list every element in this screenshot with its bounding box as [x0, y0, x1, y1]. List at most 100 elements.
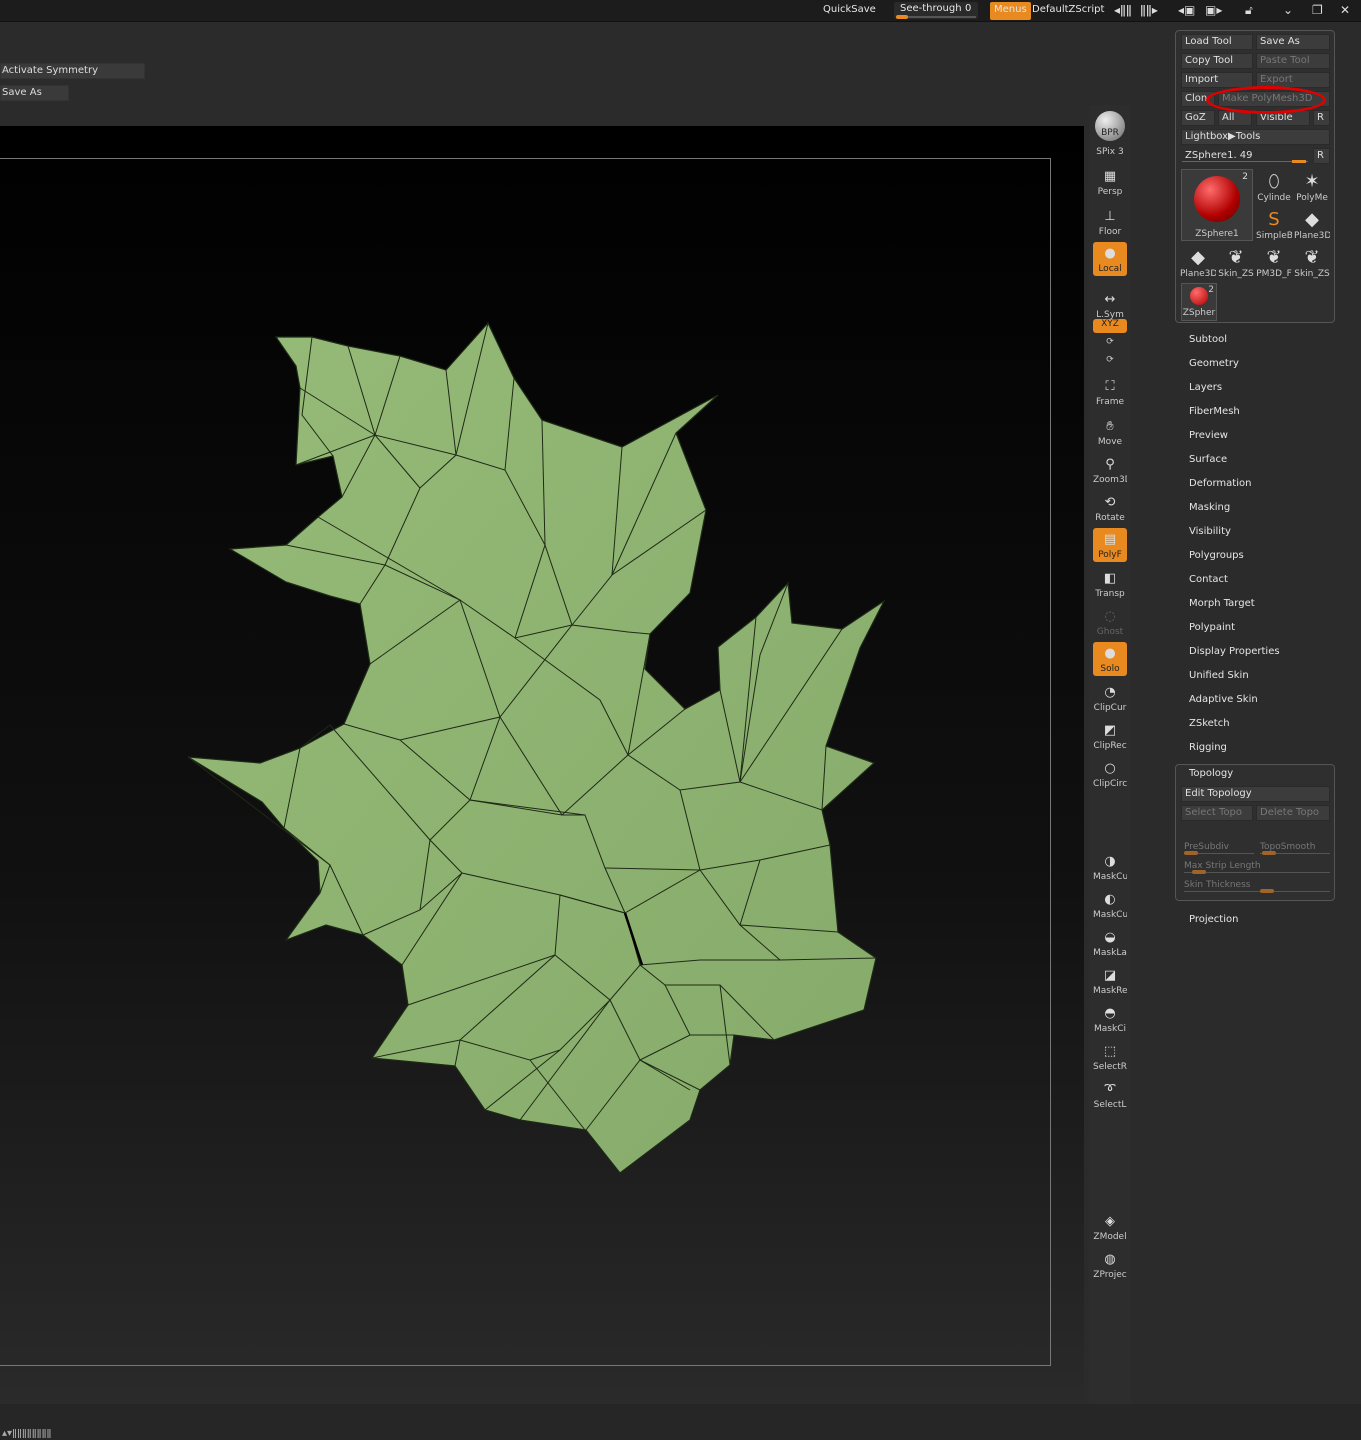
clipcircle-button[interactable]: ○ ClipCirc [1093, 757, 1127, 790]
simplebrush-thumb[interactable]: S SimpleB [1256, 207, 1292, 245]
polymesh-thumb-label: PolyMe [1296, 193, 1328, 203]
ghost-icon: ◌ [1104, 608, 1116, 624]
bpr-button[interactable]: BPR [1093, 111, 1127, 141]
menu-unified-skin[interactable]: Unified Skin [1189, 670, 1249, 681]
current-tool-slider[interactable]: ZSphere1. 49 [1181, 148, 1309, 164]
menu-deformation[interactable]: Deformation [1189, 478, 1251, 489]
menu-masking[interactable]: Masking [1189, 502, 1230, 513]
current-tool-r-button[interactable]: R [1313, 148, 1330, 164]
menu-morph-target[interactable]: Morph Target [1189, 598, 1255, 609]
copy-tool-button[interactable]: Copy Tool [1181, 53, 1253, 69]
move-button[interactable]: ✋︎ Move [1093, 415, 1127, 448]
rotate-button[interactable]: ⟲ Rotate [1093, 491, 1127, 524]
menu-fibermesh[interactable]: FiberMesh [1189, 406, 1240, 417]
cylinder-thumb[interactable]: ⬯ Cylinde [1256, 169, 1292, 207]
polyf-label: PolyF [1098, 550, 1122, 560]
zsphere-main-thumb[interactable]: 2 ZSphere1 [1181, 169, 1253, 241]
menu-subtool[interactable]: Subtool [1189, 334, 1227, 345]
lock-icon[interactable]: 🔓︎ [1245, 3, 1253, 18]
solo-button[interactable]: ● Solo [1093, 642, 1127, 676]
save-as-button[interactable]: Save As [0, 85, 69, 101]
zmodeler-button[interactable]: ◈ ZModel [1093, 1210, 1127, 1243]
lsym-button[interactable]: ↔ L.Sym [1093, 288, 1127, 321]
plane3d-2-thumb[interactable]: ◆ Plane3D [1180, 245, 1216, 283]
ghost-button[interactable]: ◌ Ghost [1093, 605, 1127, 638]
maskcurve-button[interactable]: ◑ MaskCu [1093, 850, 1127, 883]
select-topo-button[interactable]: Select Topo [1181, 805, 1253, 821]
menus-toggle-button[interactable]: Menus [990, 2, 1031, 20]
maskcircle-button[interactable]: ◓ MaskCi [1093, 1002, 1127, 1035]
skin-zs-2-thumb[interactable]: ❦ Skin_ZS [1294, 245, 1330, 283]
pm3d-thumb[interactable]: ❦ PM3D_F [1256, 245, 1292, 283]
transp-button[interactable]: ◧ Transp [1093, 567, 1127, 600]
selectrect-button[interactable]: ⬚ SelectR [1093, 1040, 1127, 1073]
rotate-z-icon[interactable]: ⟳ [1093, 355, 1127, 365]
menu-zsketch[interactable]: ZSketch [1189, 718, 1230, 729]
presubdiv-slider[interactable]: PreSubdiv [1184, 842, 1254, 855]
skin-thickness-slider[interactable]: Skin Thickness [1184, 880, 1330, 893]
quicksave-button[interactable]: QuickSave [823, 4, 876, 15]
floor-button[interactable]: ⊥ Floor [1093, 205, 1127, 238]
maskcurve2-label: MaskCu [1093, 910, 1127, 920]
zproject-button[interactable]: ◍ ZProjec [1093, 1248, 1127, 1281]
layout-right-icon[interactable]: ▣▸ [1205, 3, 1222, 17]
menu-layers[interactable]: Layers [1189, 382, 1222, 393]
frame-button[interactable]: ⛶ Frame [1093, 375, 1127, 408]
minimize-icon[interactable]: ⌄ [1283, 3, 1293, 17]
menu-visibility[interactable]: Visibility [1189, 526, 1231, 537]
see-through-knob[interactable] [896, 15, 908, 19]
skin-zs-thumb[interactable]: ❦ Skin_ZS [1218, 245, 1254, 283]
menu-adaptive-skin[interactable]: Adaptive Skin [1189, 694, 1258, 705]
maskcurve2-button[interactable]: ◐ MaskCu [1093, 888, 1127, 921]
max-strip-length-slider[interactable]: Max Strip Length [1184, 861, 1330, 874]
layout-left-icon[interactable]: ◂▣ [1178, 3, 1195, 17]
edit-topology-button[interactable]: Edit Topology [1181, 786, 1330, 802]
menu-display-properties[interactable]: Display Properties [1189, 646, 1280, 657]
selectlasso-button[interactable]: ➰︎ SelectL [1093, 1078, 1127, 1111]
cliprect-button[interactable]: ◩ ClipRec [1093, 719, 1127, 752]
activate-symmetry-button[interactable]: Activate Symmetry [0, 63, 145, 79]
import-button[interactable]: Import [1181, 72, 1253, 88]
polymesh-thumb[interactable]: ✶ PolyMe [1294, 169, 1330, 207]
rotate-label: Rotate [1095, 513, 1125, 523]
toposmooth-slider[interactable]: TopoSmooth [1260, 842, 1330, 855]
tray-left-icon[interactable]: ◂ǁǁ [1114, 3, 1132, 17]
paste-tool-button[interactable]: Paste Tool [1256, 53, 1330, 69]
zoom3d-button[interactable]: ⚲ Zoom3D [1093, 453, 1127, 486]
close-icon[interactable]: ✕ [1340, 3, 1350, 17]
maskrect-button[interactable]: ◪ MaskRe [1093, 964, 1127, 997]
menu-surface[interactable]: Surface [1189, 454, 1227, 465]
menu-preview[interactable]: Preview [1189, 430, 1228, 441]
menu-geometry[interactable]: Geometry [1189, 358, 1239, 369]
xyz-button[interactable]: XYZ [1093, 319, 1127, 333]
menu-polypaint[interactable]: Polypaint [1189, 622, 1235, 633]
menu-projection[interactable]: Projection [1189, 914, 1238, 925]
restore-icon[interactable]: ❐ [1312, 3, 1323, 17]
menu-rigging[interactable]: Rigging [1189, 742, 1227, 753]
menu-contact[interactable]: Contact [1189, 574, 1228, 585]
masklasso-button[interactable]: ◒ MaskLa [1093, 926, 1127, 959]
tool-save-as-button[interactable]: Save As [1256, 34, 1330, 50]
lightbox-tools-button[interactable]: Lightbox▶Tools [1181, 129, 1330, 145]
goz-r-button[interactable]: R [1313, 110, 1330, 126]
topology-title[interactable]: Topology [1189, 768, 1233, 779]
persp-button[interactable]: ▦ Persp [1093, 165, 1127, 198]
polyframe-button[interactable]: ▤ PolyF [1093, 528, 1127, 562]
load-tool-button[interactable]: Load Tool [1181, 34, 1253, 50]
current-tool-knob[interactable] [1292, 160, 1306, 163]
rotate-y-icon[interactable]: ⟳ [1093, 337, 1127, 347]
goz-button[interactable]: GoZ [1181, 110, 1215, 126]
zsphere-small-thumb[interactable]: 2 ZSpher [1181, 283, 1217, 321]
local-button[interactable]: ● Local [1093, 242, 1127, 276]
tray-right-icon[interactable]: ǁǁ▸ [1140, 3, 1158, 17]
simplebrush-thumb-label: SimpleB [1256, 231, 1292, 241]
default-zscript-button[interactable]: DefaultZScript [1032, 4, 1104, 15]
clipcurve-button[interactable]: ◔ ClipCur [1093, 681, 1127, 714]
see-through-slider[interactable]: See-through 0 [894, 2, 978, 19]
spix-slider[interactable]: SPix 3 [1093, 147, 1127, 157]
menu-polygroups[interactable]: Polygroups [1189, 550, 1244, 561]
plane3d-thumb[interactable]: ◆ Plane3D [1294, 207, 1330, 245]
tray-toggle-icon[interactable]: ▴▾ǁǁǁǁǁǁǁǁ [2, 1428, 51, 1439]
delete-topo-button[interactable]: Delete Topo [1256, 805, 1330, 821]
clip-rect-icon: ◩ [1103, 722, 1117, 738]
